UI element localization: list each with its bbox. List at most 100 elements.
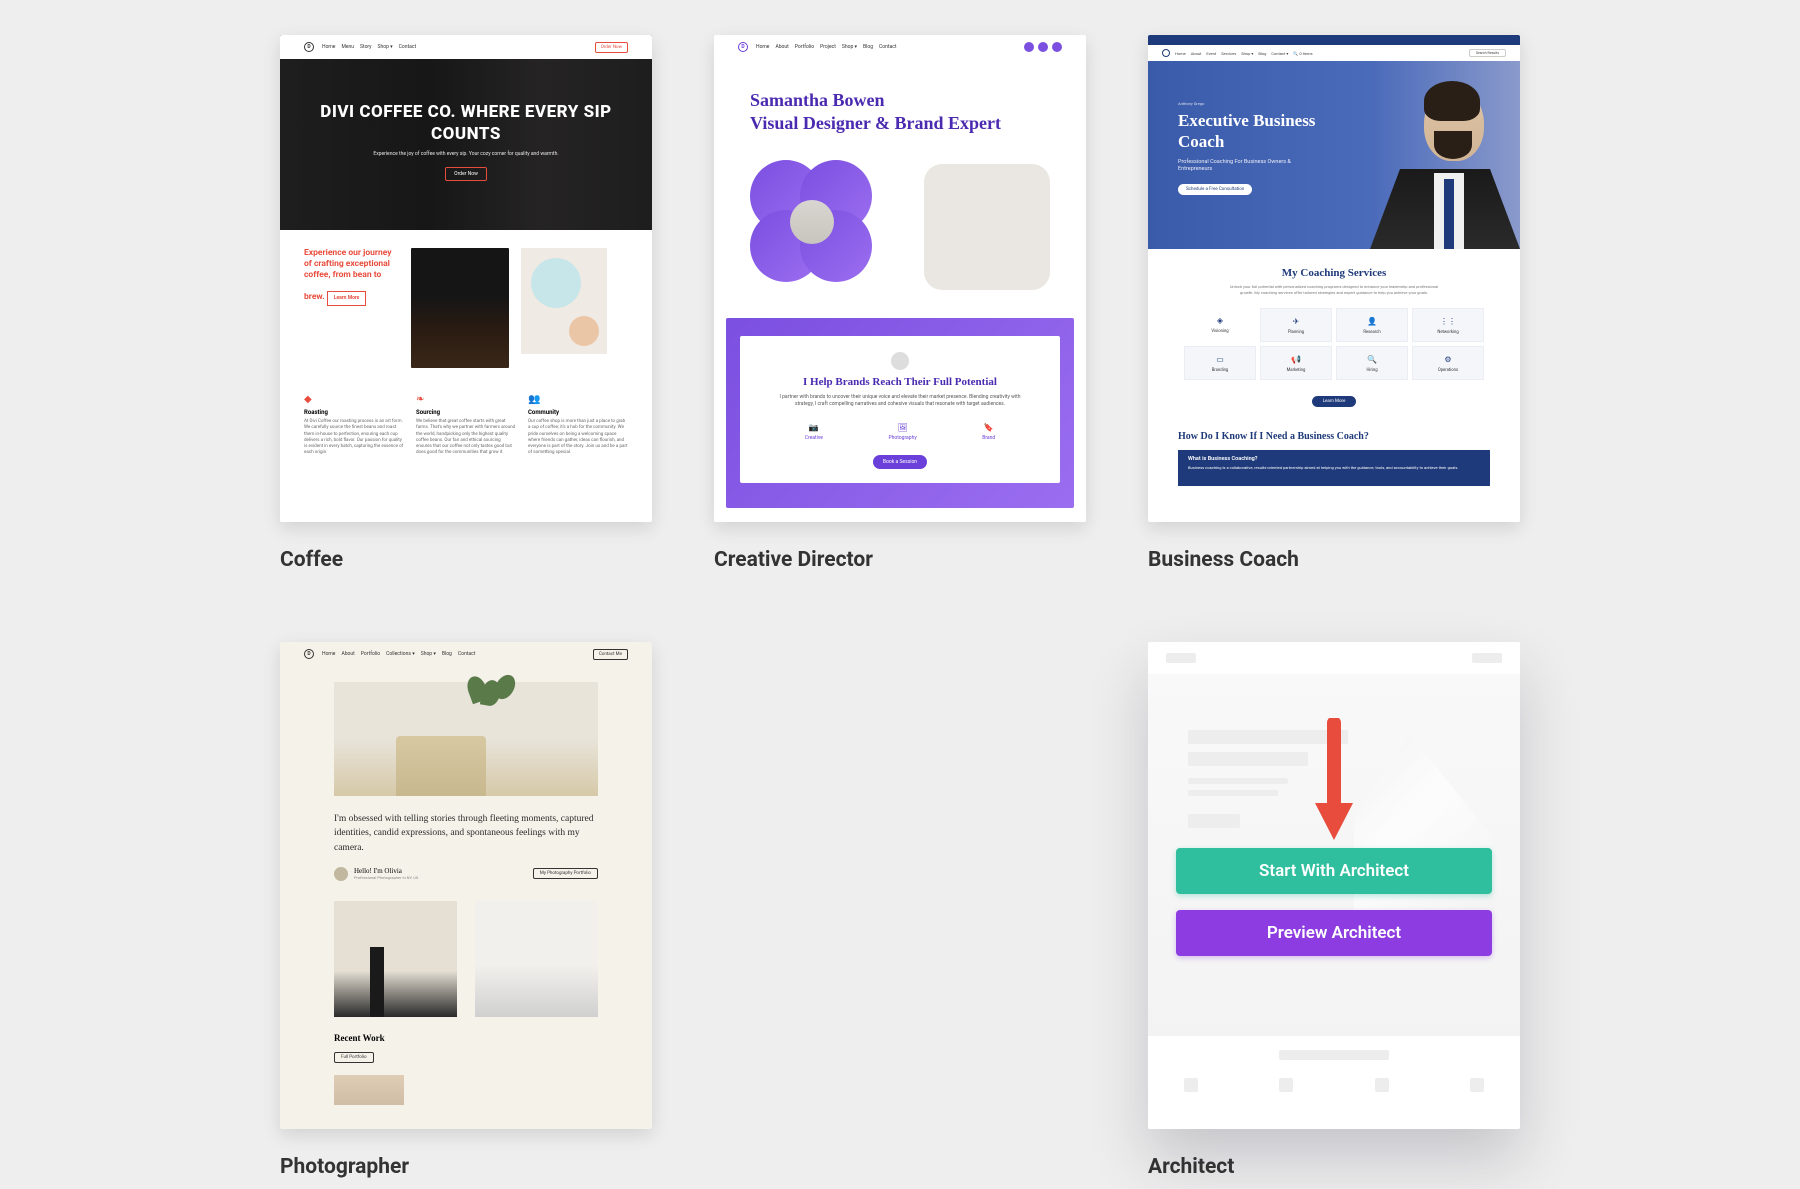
template-thumb-business-coach[interactable]: HomeAbout EventServices Shop ▾Blog Conta… — [1148, 35, 1520, 522]
template-thumb-coffee[interactable]: D Home Menu Story Shop ▾ Contact Order N… — [280, 35, 652, 522]
avatar-icon — [334, 867, 348, 881]
panel-body: I partner with brands to uncover their u… — [754, 394, 1046, 409]
quatrefoil-shape — [750, 160, 890, 300]
template-title: Architect — [1148, 1155, 1520, 1179]
divi-logo-icon: D — [304, 649, 314, 659]
social-icons — [1024, 42, 1062, 52]
thumb-gradient-panel: I Help Brands Reach Their Full Potential… — [726, 318, 1074, 508]
wavy-image-shape — [924, 164, 1050, 290]
thumb-learn-more-button: Learn More — [327, 291, 367, 306]
services-sub: Unlock your full potential with personal… — [1188, 284, 1480, 296]
template-thumb-photographer[interactable]: D Home About Portfolio Collections ▾ Sho… — [280, 642, 652, 1129]
services-heading: My Coaching Services — [1188, 267, 1480, 279]
networking-icon: ⋮⋮ — [1415, 317, 1481, 326]
thumb-topbar: HomeAbout EventServices Shop ▾Blog Conta… — [1148, 45, 1520, 61]
thumb-cta-button: Contact Me — [593, 649, 628, 660]
template-card-coffee: D Home Menu Story Shop ▾ Contact Order N… — [280, 35, 652, 572]
template-title: Photographer — [280, 1155, 652, 1179]
roasting-icon: ◆ — [304, 394, 404, 405]
how-heading: How Do I Know If I Need a Business Coach… — [1178, 431, 1490, 442]
thumb-nav: Home Menu Story Shop ▾ Contact — [322, 44, 416, 50]
photo-2 — [475, 901, 598, 1017]
services-section: My Coaching Services Unlock your full po… — [1148, 249, 1520, 296]
template-card-creative-director: D Home About Portfolio Project Shop ▾ Bl… — [714, 35, 1086, 572]
divi-logo-icon — [1162, 49, 1170, 57]
divi-logo-icon: D — [738, 42, 748, 52]
marketing-icon: 📢 — [1263, 355, 1329, 364]
thumb-byline: Hello! I'm Olivia Professional Photograp… — [280, 855, 652, 881]
planning-icon: ✈ — [1263, 317, 1329, 326]
photo-1 — [334, 901, 457, 1017]
hero-eyebrow: Anthony Grego — [1178, 101, 1318, 106]
template-card-architect: Start With Architect Preview Architect A… — [1148, 642, 1520, 1179]
thumb-quote: I'm obsessed with telling stories throug… — [280, 796, 652, 855]
thumb-hero: Anthony Grego Executive Business Coach P… — [1148, 61, 1520, 249]
thumb-feature-row: ◆ Roasting At Divi Coffee our roasting p… — [280, 386, 652, 457]
divi-logo-icon: D — [304, 42, 314, 52]
recent-image-strip — [334, 1075, 404, 1105]
operations-icon: ⚙ — [1415, 355, 1481, 364]
byline-name: Hello! I'm Olivia — [354, 867, 418, 875]
research-icon: 👤 — [1339, 317, 1405, 326]
thumb-nav: Home About Portfolio Collections ▾ Shop … — [322, 651, 475, 657]
hero-headline: Executive Business Coach — [1178, 110, 1318, 153]
thumb-topbar: D Home About Portfolio Project Shop ▾ Bl… — [714, 35, 1086, 59]
byline-tag: Professional Photographer in NY, US — [354, 875, 418, 880]
services-grid: ◈Visioning ✈Planning 👤Research ⋮⋮Network… — [1184, 308, 1484, 380]
panel-service-icons: 📷Creative 🖼Photography 🔖Brand — [754, 423, 1046, 441]
thumb-topbar: D Home About Portfolio Collections ▾ Sho… — [280, 642, 652, 666]
visioning-icon: ◈ — [1186, 316, 1254, 325]
template-title: Coffee — [280, 548, 652, 572]
template-thumb-architect[interactable]: Start With Architect Preview Architect — [1148, 642, 1520, 1129]
camera-icon: 📷 — [809, 423, 819, 432]
panel-cta-button: Book a Session — [873, 455, 927, 469]
template-title: Creative Director — [714, 548, 1086, 572]
picture-icon: 🖼 — [897, 423, 907, 432]
thumb-hero-headline: DIVI COFFEE CO. WHERE EVERY SIP COUNTS — [320, 102, 612, 145]
thumb-cta-button: Order Now — [595, 42, 628, 53]
thumb-image-plates — [521, 248, 607, 354]
template-gallery: D Home Menu Story Shop ▾ Contact Order N… — [280, 0, 1520, 1179]
how-banner: What is Business Coaching? Business coac… — [1178, 450, 1490, 486]
sourcing-icon: ❧ — [416, 394, 516, 405]
start-with-template-button[interactable]: Start With Architect — [1176, 848, 1492, 894]
hero-cta-button: Schedule a Free Consultation — [1178, 184, 1252, 195]
panel-headline: I Help Brands Reach Their Full Potential — [754, 376, 1046, 388]
template-card-business-coach: HomeAbout EventServices Shop ▾Blog Conta… — [1148, 35, 1520, 572]
thumb-image-pair — [280, 881, 652, 1017]
thumb-hero: Samantha Bowen Visual Designer & Brand E… — [714, 59, 1086, 146]
hiring-icon: 🔍 — [1339, 355, 1405, 364]
thumb-hero-sub: Experience the joy of coffee with every … — [373, 151, 558, 157]
thumb-hero-shapes — [750, 160, 1050, 310]
template-card-photographer: D Home About Portfolio Collections ▾ Sho… — [280, 642, 652, 1179]
avatar-icon — [891, 352, 909, 370]
full-portfolio-button: Full Portfolio — [334, 1052, 374, 1063]
recent-heading: Recent Work — [334, 1033, 598, 1043]
thumb-nav: Home About Portfolio Project Shop ▾ Blog… — [756, 44, 897, 50]
plant-graphic — [468, 676, 528, 736]
thumb-top-strip — [1148, 35, 1520, 45]
thumb-hero: DIVI COFFEE CO. WHERE EVERY SIP COUNTS E… — [280, 35, 652, 230]
how-section: How Do I Know If I Need a Business Coach… — [1178, 431, 1490, 486]
learn-more-button: Learn More — [1312, 396, 1356, 407]
pointer-arrow-icon — [1309, 718, 1359, 848]
thumb-hero-headline: Samantha Bowen Visual Designer & Brand E… — [750, 89, 1050, 136]
preview-template-button[interactable]: Preview Architect — [1176, 910, 1492, 956]
template-title: Business Coach — [1148, 548, 1520, 572]
bag-graphic — [396, 736, 486, 796]
hover-actions: Start With Architect Preview Architect — [1176, 848, 1492, 956]
community-icon: 👥 — [528, 394, 628, 405]
portfolio-button: My Photography Portfolio — [533, 868, 598, 879]
thumb-mid-row: Experience our journey of crafting excep… — [280, 230, 652, 386]
thumb-topbar: D Home Menu Story Shop ▾ Contact Order N… — [280, 35, 652, 59]
thumb-image-coffee-beans — [411, 248, 509, 368]
hero-sub: Professional Coaching For Business Owner… — [1178, 159, 1318, 174]
hero-man-photo — [1370, 61, 1520, 249]
template-thumb-creative-director[interactable]: D Home About Portfolio Project Shop ▾ Bl… — [714, 35, 1086, 522]
recent-work-section: Recent Work Full Portfolio — [280, 1017, 652, 1063]
search-label: Search Results — [1469, 49, 1506, 57]
bookmark-icon: 🔖 — [984, 423, 994, 432]
branding-icon: ▭ — [1187, 355, 1253, 364]
thumb-hero-image — [334, 682, 598, 796]
thumb-hero-button: Order Now — [445, 167, 487, 181]
